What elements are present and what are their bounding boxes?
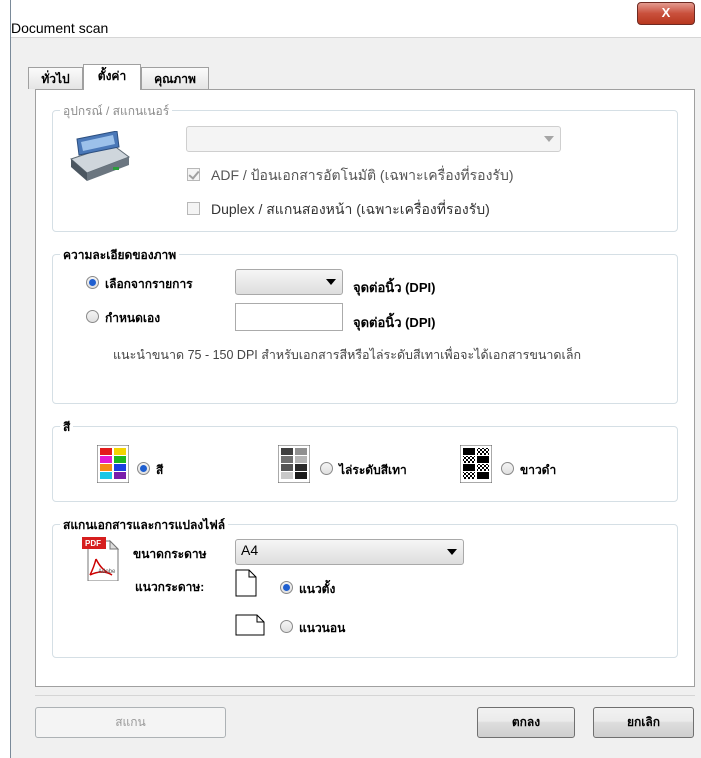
color-palette-icon [96,444,130,486]
radio-black-white[interactable] [501,462,514,475]
pdf-icon-text: PDF [85,539,101,548]
radio-landscape[interactable] [280,620,293,633]
duplex-checkbox[interactable] [187,202,200,215]
scanner-icon [67,130,133,190]
device-group: อุปกรณ์ / สแกนเนอร์ ADF / ป้อนเอกสารอัตโ… [52,102,678,232]
resolution-group-legend: ความละเอียดของภาพ [60,246,180,265]
color-group: สี สี ไล่ระดับสีเทา ขาวดำ [52,418,678,502]
color-label: สี [156,463,164,477]
custom-dpi-unit-label: จุดต่อนิ้ว (DPI) [353,315,436,330]
grayscale-palette-icon [277,444,311,486]
black-white-label: ขาวดำ [520,463,557,477]
close-icon: X [661,5,671,20]
chevron-down-icon [447,549,457,555]
tab-quality[interactable]: คุณภาพ [141,67,209,89]
portrait-label: แนวตั้ง [299,582,336,596]
black-white-palette-icon [459,444,493,486]
cancel-button-label: ยกเลิก [626,715,661,729]
dpi-select[interactable] [235,269,343,295]
resolution-group: ความละเอียดของภาพ เลือกจากรายการ จุดต่อน… [52,246,678,404]
device-group-legend: อุปกรณ์ / สแกนเนอร์ [60,102,173,121]
dpi-unit-label: จุดต่อนิ้ว (DPI) [353,280,436,295]
resolution-hint: แนะนำขนาด 75 - 150 DPI สำหรับเอกสารสีหรื… [113,348,582,362]
landscape-label: แนวนอน [299,621,346,635]
color-group-legend: สี [60,418,74,437]
tab-settings[interactable]: ตั้งค่า [83,64,141,90]
ok-button-label: ตกลง [511,715,541,729]
paper-size-label: ขนาดกระดาษ [133,547,207,561]
scan-button[interactable]: สแกน [35,707,226,738]
radio-from-list[interactable] [86,276,99,289]
tab-quality-label: คุณภาพ [154,72,196,86]
chevron-down-icon [326,279,336,285]
close-button[interactable]: X [637,2,695,25]
radio-color[interactable] [137,462,150,475]
radio-portrait[interactable] [280,581,293,594]
button-separator [35,695,695,696]
ok-button[interactable]: ตกลง [477,707,575,738]
title-bar: Document scan X [11,0,701,38]
pdf-group: สแกนเอกสารและการแปลงไฟล์ PDF Adobe ขนาดก… [52,516,678,658]
chevron-down-icon [544,136,554,142]
custom-dpi-input[interactable] [235,303,343,331]
adf-checkbox[interactable] [187,168,200,181]
cancel-button[interactable]: ยกเลิก [593,707,694,738]
tab-general[interactable]: ทั่วไป [28,67,83,89]
window-title: Document scan [11,20,109,36]
portrait-page-icon [235,569,257,600]
dialog-window: Document scan X ทั่วไป ตั้งค่า คุณภาพ อุ… [10,0,701,758]
pdf-group-legend: สแกนเอกสารและการแปลงไฟล์ [60,516,229,535]
scanner-select[interactable] [186,126,561,152]
landscape-page-icon [235,614,265,639]
paper-size-select[interactable]: A4 [235,539,464,565]
radio-custom[interactable] [86,310,99,323]
tab-general-label: ทั่วไป [41,72,70,86]
tab-settings-label: ตั้งค่า [97,69,127,83]
from-list-label: เลือกจากรายการ [105,277,193,291]
paper-size-value: A4 [241,542,259,558]
duplex-label: Duplex / สแกนสองหน้า (เฉพาะเครื่องที่รอง… [211,201,490,217]
adf-label: ADF / ป้อนเอกสารอัตโนมัติ (เฉพาะเครื่องท… [211,167,514,183]
scan-button-label: สแกน [115,715,146,729]
radio-grayscale[interactable] [320,462,333,475]
orientation-label: แนวกระดาษ: [135,580,205,594]
custom-label: กำหนดเอง [105,311,161,325]
adobe-icon-text: Adobe [98,569,116,575]
grayscale-label: ไล่ระดับสีเทา [339,463,407,477]
tab-panel-settings: อุปกรณ์ / สแกนเนอร์ ADF / ป้อนเอกสารอัตโ… [35,89,695,687]
